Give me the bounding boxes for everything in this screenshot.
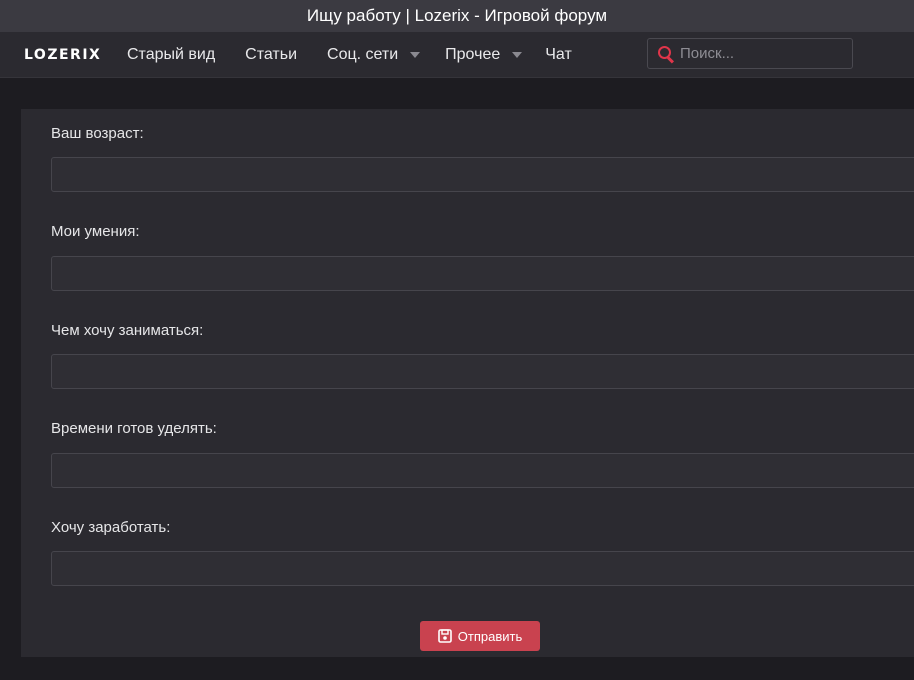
field-label-desired-work: Чем хочу заниматься: [51,322,204,339]
field-label-skills: Мои умения: [51,223,140,240]
caret-down-icon [410,51,421,58]
field-label-desired-earnings: Хочу заработать: [51,519,171,536]
search-input[interactable] [678,44,852,63]
site-logo[interactable]: LOZERIX [24,47,104,63]
submit-label: Отправить [457,628,523,644]
window-title-bar: Ищу работу | Lozerix - Игровой форум [0,0,914,32]
field-label-age: Ваш возраст: [51,125,144,142]
nav-item-label: Старый вид [127,45,216,63]
submit-button[interactable]: Отправить [420,621,540,651]
desired-work-input[interactable] [51,354,914,389]
caret-down-icon [512,51,523,58]
top-navigation: LOZERIX Старый вид Статьи Соц. сети Проч… [0,32,914,78]
search-icon[interactable] [657,45,675,64]
nav-item-social[interactable]: Соц. сети [327,32,421,77]
nav-item-label: Соц. сети [327,45,399,63]
nav-item-label: Прочее [445,45,501,63]
save-icon [437,629,452,643]
job-search-form: Ваш возраст: Мои умения: Чем хочу занима… [21,109,914,657]
skills-input[interactable] [51,256,914,291]
search-box[interactable] [647,38,853,69]
age-input[interactable] [51,157,914,192]
nav-item-old-view[interactable]: Старый вид [127,32,215,77]
window-title: Ищу работу | Lozerix - Игровой форум [306,6,608,25]
field-label-available-time: Времени готов уделять: [51,420,217,437]
nav-item-articles[interactable]: Статьи [245,32,297,77]
nav-item-other[interactable]: Прочее [445,32,523,77]
nav-item-chat[interactable]: Чат [545,32,572,77]
desired-earnings-input[interactable] [51,551,914,586]
available-time-input[interactable] [51,453,914,488]
nav-item-label: Статьи [245,45,298,63]
nav-item-label: Чат [545,45,572,63]
